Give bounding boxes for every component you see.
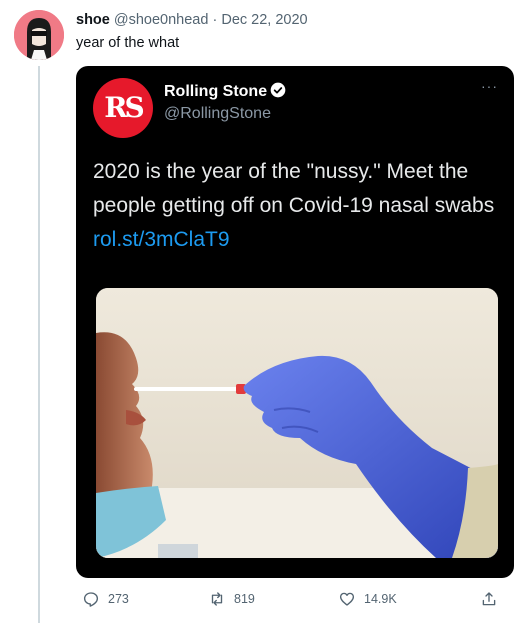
nasal-swab-photo — [96, 288, 498, 558]
like-button[interactable]: 14.9K — [338, 590, 397, 608]
reply-icon — [83, 592, 99, 607]
share-button[interactable] — [480, 590, 498, 608]
more-icon: ··· — [481, 78, 498, 94]
quoted-tweet-text: 2020 is the year of the "nussy." Meet th… — [93, 155, 503, 257]
thread-line — [38, 66, 40, 623]
author-handle[interactable]: @shoe0nhead — [114, 12, 209, 28]
tweet-text: year of the what — [76, 35, 180, 51]
reply-button[interactable]: 273 — [82, 590, 129, 608]
avatar-illustration-icon — [14, 10, 64, 60]
verified-badge-icon — [270, 82, 286, 98]
retweet-button[interactable]: 819 — [208, 590, 255, 608]
tweet-header: shoe @shoe0nhead · Dec 22, 2020 — [76, 12, 308, 28]
quoted-author-name-text: Rolling Stone — [164, 83, 268, 100]
rolling-stone-logo: RS — [93, 78, 153, 138]
avatar[interactable] — [14, 10, 64, 60]
quoted-tweet-image[interactable]: RS Rolling Stone @RollingStone ··· 2020 … — [76, 66, 514, 578]
quoted-text-body: 2020 is the year of the "nussy." Meet th… — [93, 160, 495, 217]
like-count: 14.9K — [364, 592, 397, 606]
tweet-date[interactable]: Dec 22, 2020 — [221, 12, 307, 28]
nasal-swab-illustration — [96, 288, 498, 558]
retweet-count: 819 — [234, 592, 255, 606]
heart-icon — [339, 592, 355, 606]
author-name[interactable]: shoe — [76, 12, 110, 28]
quoted-link: rol.st/3mClaT9 — [93, 228, 230, 251]
meta-separator: · — [212, 12, 218, 28]
share-icon — [482, 592, 496, 606]
retweet-icon — [211, 592, 223, 606]
tweet: shoe @shoe0nhead · Dec 22, 2020 year of … — [0, 0, 525, 623]
quoted-author-name: Rolling Stone — [164, 82, 286, 101]
quoted-author-handle: @RollingStone — [164, 105, 271, 122]
tweet-actions: 273 819 14.9K — [76, 590, 506, 610]
reply-count: 273 — [108, 592, 129, 606]
